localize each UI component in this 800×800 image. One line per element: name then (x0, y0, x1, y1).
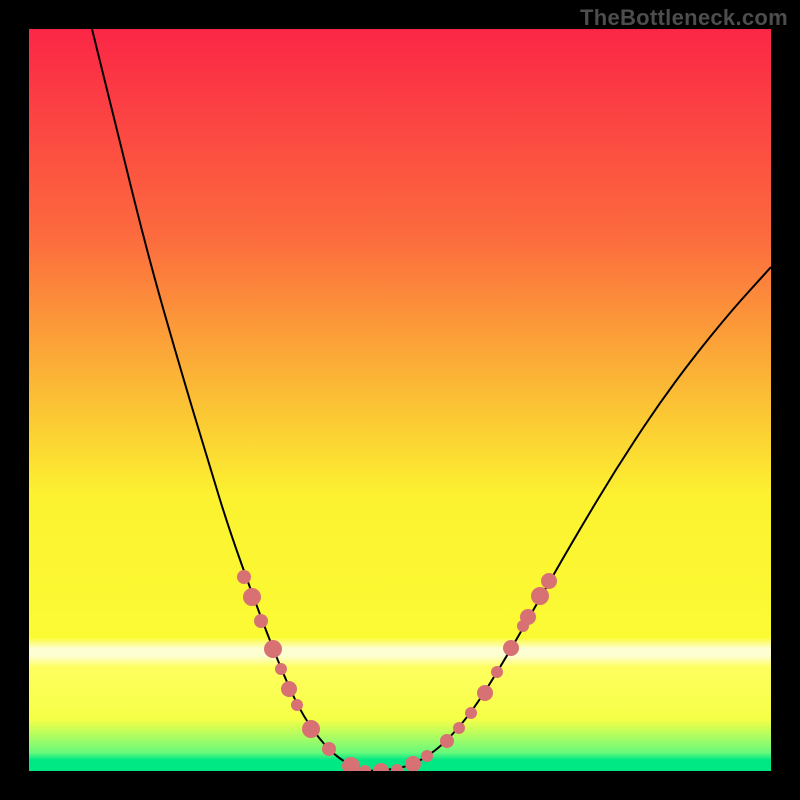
data-marker (243, 588, 261, 606)
data-marker (421, 750, 433, 762)
data-marker (520, 609, 536, 625)
data-marker (264, 640, 282, 658)
data-marker (465, 707, 477, 719)
data-marker (477, 685, 493, 701)
data-marker (302, 720, 320, 738)
data-marker (541, 573, 557, 589)
data-marker (322, 742, 336, 756)
data-marker (503, 640, 519, 656)
data-marker (453, 722, 465, 734)
data-marker (440, 734, 454, 748)
data-marker (281, 681, 297, 697)
data-marker (254, 614, 268, 628)
watermark-text: TheBottleneck.com (580, 5, 788, 31)
bottleneck-chart (29, 29, 771, 771)
data-marker (491, 666, 503, 678)
data-marker (531, 587, 549, 605)
data-marker (291, 699, 303, 711)
chart-frame (29, 29, 771, 771)
data-marker (275, 663, 287, 675)
data-marker (237, 570, 251, 584)
gradient-background (29, 29, 771, 771)
